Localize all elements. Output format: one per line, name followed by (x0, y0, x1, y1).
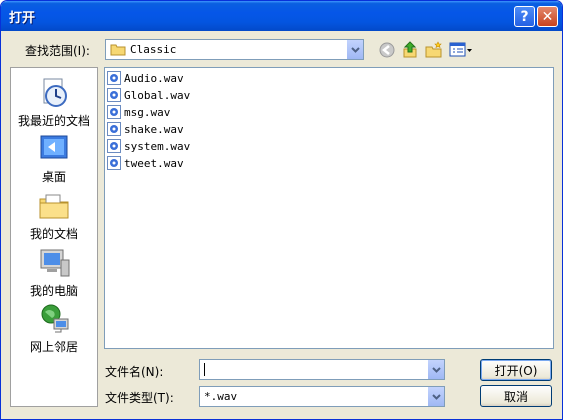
filename-input[interactable] (199, 359, 445, 380)
place-label: 我的电脑 (29, 284, 78, 298)
filetype-label: 文件类型(T): (105, 391, 174, 405)
window-title: 打开 (9, 11, 36, 26)
list-item[interactable]: tweet.wav (107, 155, 184, 171)
filetype-select[interactable]: *.wav (199, 386, 445, 407)
folder-icon (110, 44, 126, 56)
filetype-dropdown-button[interactable] (427, 387, 444, 406)
text-cursor (204, 363, 205, 376)
view-menu-button[interactable] (448, 40, 474, 60)
wav-file-icon (107, 156, 121, 170)
my-documents-icon (39, 194, 69, 219)
wav-file-icon (107, 139, 121, 153)
close-icon: ✕ (541, 8, 554, 25)
wav-file-icon (107, 122, 121, 136)
wav-file-icon (107, 105, 121, 119)
file-list[interactable]: Audio.wav Global.wav msg.wav shake.wav s… (104, 67, 554, 349)
new-folder-icon (425, 41, 442, 58)
title-bar[interactable]: 打开 ? ✕ (1, 1, 562, 31)
up-folder-icon (403, 41, 417, 58)
lookin-label: 查找范围(I): (25, 44, 90, 58)
chevron-down-icon (431, 393, 441, 400)
places-bar: 我最近的文档 桌面 我的文档 我的电脑 网上邻居 (10, 67, 98, 407)
chevron-down-icon (431, 366, 441, 373)
my-computer-icon (40, 249, 70, 277)
place-label: 我最近的文档 (17, 114, 90, 128)
list-item[interactable]: Audio.wav (107, 70, 184, 86)
list-item[interactable]: msg.wav (107, 104, 170, 120)
filename-dropdown-button[interactable] (427, 360, 444, 379)
place-my-computer[interactable]: 我的电脑 (11, 246, 97, 299)
place-desktop[interactable]: 桌面 (11, 132, 97, 185)
place-label: 桌面 (41, 170, 66, 184)
chevron-down-icon (350, 46, 360, 53)
place-network[interactable]: 网上邻居 (11, 302, 97, 355)
recent-documents-icon (43, 78, 67, 107)
place-my-documents[interactable]: 我的文档 (11, 189, 97, 242)
wav-file-icon (107, 88, 121, 102)
lookin-value: Classic (130, 43, 177, 56)
close-button[interactable]: ✕ (537, 6, 558, 27)
cancel-button-label: 取消 (503, 389, 528, 404)
list-item[interactable]: shake.wav (107, 121, 184, 137)
help-icon: ? (520, 8, 529, 25)
back-icon (379, 42, 395, 58)
up-folder-button[interactable] (400, 40, 420, 60)
filetype-value: *.wav (204, 390, 238, 403)
cancel-button[interactable]: 取消 (480, 385, 552, 407)
desktop-icon (40, 135, 68, 159)
network-places-icon (41, 304, 69, 333)
view-menu-icon (449, 42, 472, 57)
place-recent-documents[interactable]: 我最近的文档 (11, 76, 97, 129)
list-item[interactable]: system.wav (107, 138, 190, 154)
wav-file-icon (107, 71, 121, 85)
lookin-combo[interactable]: Classic (105, 39, 364, 60)
filename-label: 文件名(N): (105, 365, 164, 379)
new-folder-button[interactable] (424, 40, 444, 60)
open-dialog: 打开 ? ✕ 查找范围(I): Classic 我最近的文档 桌面 我的文档 我… (0, 0, 563, 420)
back-button[interactable] (377, 40, 397, 60)
place-label: 我的文档 (29, 227, 78, 241)
open-button[interactable]: 打开(O) (480, 359, 552, 381)
help-button[interactable]: ? (514, 6, 535, 27)
open-button-label: 打开(O) (494, 363, 538, 378)
place-label: 网上邻居 (29, 340, 78, 354)
list-item[interactable]: Global.wav (107, 87, 190, 103)
lookin-dropdown-button[interactable] (346, 40, 363, 59)
